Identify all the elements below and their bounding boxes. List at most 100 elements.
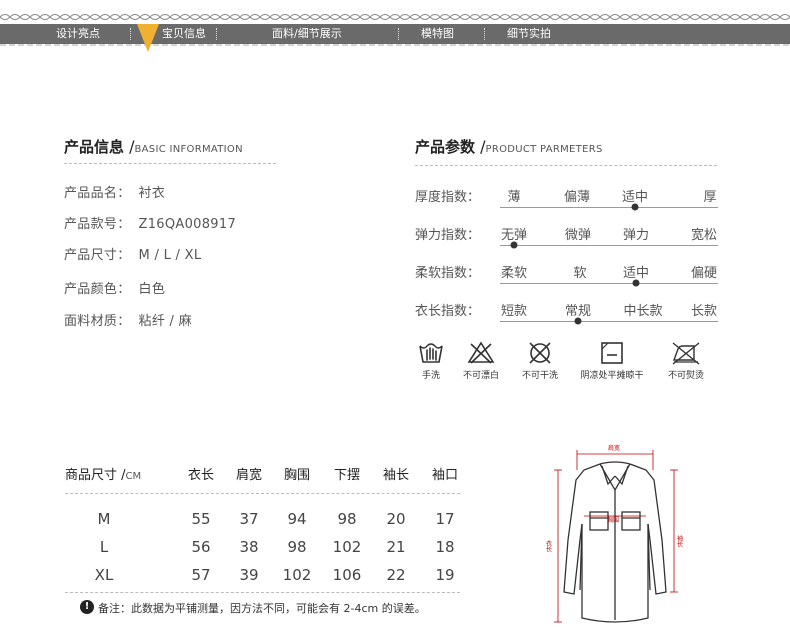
measurement-cell: 98 <box>287 538 307 556</box>
size-cell: XL <box>94 566 114 584</box>
info-row-color: 产品颜色： 白色 <box>64 278 165 297</box>
param-scale-line <box>500 321 718 322</box>
care-label: 阴凉处平摊晾干 <box>580 371 644 381</box>
params-divider <box>415 165 717 166</box>
column-header: 肩宽 <box>235 468 263 483</box>
param-option: 适中 <box>621 190 649 205</box>
size-cell: M <box>97 510 111 528</box>
param-selected-dot <box>574 317 582 325</box>
sleeve-length-label: 袖长 <box>676 534 683 548</box>
basic-info-title-cn: 产品信息 <box>64 138 125 156</box>
nav-separator <box>130 28 131 40</box>
param-option: 适中 <box>622 266 650 281</box>
param-option: 偏薄 <box>563 190 591 205</box>
measurement-cell: 19 <box>435 566 455 584</box>
measurement-cell: 20 <box>386 510 406 528</box>
size-table-title-text: 商品尺寸 / <box>65 468 126 483</box>
measurement-cell: 56 <box>191 538 211 556</box>
measure-guides <box>554 450 678 623</box>
param-label: 柔软指数： <box>415 266 481 281</box>
measurement-cell: 39 <box>239 566 259 584</box>
size-table-title: 商品尺寸 /CM <box>65 464 141 483</box>
measurement-cell: 18 <box>435 538 455 556</box>
measurement-cell: 38 <box>239 538 259 556</box>
basic-info-title-en: BASIC INFORMATION <box>134 144 243 155</box>
info-value: 粘纤 / 麻 <box>138 314 192 329</box>
shoulder-width-label: 肩宽 <box>608 444 620 452</box>
chest-label: 胸围 <box>607 516 619 524</box>
measurement-note: 备注：此数据为平铺测量，因方法不同，可能会有 2-4cm 的误差。 <box>98 602 426 615</box>
active-tab-marker-icon <box>137 24 159 52</box>
hand-wash-icon <box>419 343 443 363</box>
column-header: 衣长 <box>187 468 215 483</box>
param-label: 衣长指数： <box>415 304 481 319</box>
nav-item-product-info[interactable]: 宝贝信息 <box>162 24 206 44</box>
param-option: 宽松 <box>690 228 718 243</box>
param-label: 弹力指数： <box>415 228 481 243</box>
size-cell: L <box>99 538 109 556</box>
nav-item-fabric-details[interactable]: 面料/细节展示 <box>272 24 342 44</box>
info-row-sizes: 产品尺寸： M / L / XL <box>64 244 201 263</box>
warning-icon: ! <box>80 600 94 614</box>
measurement-cell: 98 <box>337 510 357 528</box>
care-item: 阴凉处平摊晾干 <box>577 340 647 381</box>
nav-item-design-highlights[interactable]: 设计亮点 <box>56 24 100 44</box>
no-dry-clean-icon <box>529 342 551 364</box>
column-header: 袖口 <box>431 468 459 483</box>
info-value: 衬衣 <box>138 186 166 201</box>
info-value: M / L / XL <box>138 248 202 263</box>
measurement-cell: 22 <box>386 566 406 584</box>
shirt-measurement-diagram: 肩宽 胸围 衣长 袖长 <box>545 444 683 623</box>
no-bleach-icon <box>467 341 495 364</box>
param-selected-dot <box>632 279 640 287</box>
basic-info-divider <box>64 163 276 164</box>
param-option: 薄 <box>507 190 521 205</box>
param-selected-dot <box>631 203 639 211</box>
measurement-cell: 102 <box>332 538 362 556</box>
info-row-name: 产品品名： 衬衣 <box>64 182 165 201</box>
measurement-cell: 37 <box>239 510 259 528</box>
column-header: 袖长 <box>382 468 410 483</box>
param-label: 厚度指数： <box>415 190 481 205</box>
chain-border-top <box>0 14 790 20</box>
basic-info-title: 产品信息 /BASIC INFORMATION <box>64 136 243 157</box>
param-option: 中长款 <box>623 304 663 319</box>
dry-flat-shade-icon <box>601 342 623 364</box>
nav-separator <box>216 28 217 40</box>
measurement-cell: 57 <box>191 566 211 584</box>
measurement-cell: 17 <box>435 510 455 528</box>
param-option: 软 <box>573 266 587 281</box>
param-scale-line <box>500 207 718 208</box>
care-label: 不可熨烫 <box>667 371 704 381</box>
param-option: 偏硬 <box>690 266 718 281</box>
no-iron-icon <box>672 342 700 365</box>
param-scale-line <box>500 283 718 284</box>
care-label: 不可干洗 <box>521 371 558 381</box>
param-scale-line <box>500 245 718 246</box>
param-option: 弹力 <box>622 228 650 243</box>
info-row-material: 面料材质： 粘纤 / 麻 <box>64 310 192 329</box>
info-label: 产品品名： <box>64 186 131 201</box>
param-option: 厚 <box>703 190 717 205</box>
care-item: 不可干洗 <box>505 340 575 381</box>
measurement-cell: 102 <box>282 566 312 584</box>
chain-border-bottom <box>0 44 790 46</box>
params-title-cn: 产品参数 <box>415 138 476 156</box>
nav-item-detail-photos[interactable]: 细节实拍 <box>507 24 551 44</box>
measurement-cell: 55 <box>191 510 211 528</box>
column-header: 下摆 <box>333 468 361 483</box>
nav-separator <box>398 28 399 40</box>
nav-item-model-photos[interactable]: 模特图 <box>421 24 454 44</box>
size-table-bottom-divider <box>65 592 460 593</box>
param-option: 柔软 <box>500 266 528 281</box>
measurement-cell: 106 <box>332 566 362 584</box>
info-value: Z16QA008917 <box>138 217 237 232</box>
param-option: 无弹 <box>500 228 528 243</box>
params-title: 产品参数 /PRODUCT PARMETERS <box>415 136 603 157</box>
param-option: 微弹 <box>564 228 592 243</box>
param-selected-dot <box>510 241 518 249</box>
params-title-en: PRODUCT PARMETERS <box>485 144 603 155</box>
care-item: 不可熨烫 <box>651 340 721 381</box>
param-option: 常规 <box>564 304 592 319</box>
size-table-unit: CM <box>125 471 142 482</box>
